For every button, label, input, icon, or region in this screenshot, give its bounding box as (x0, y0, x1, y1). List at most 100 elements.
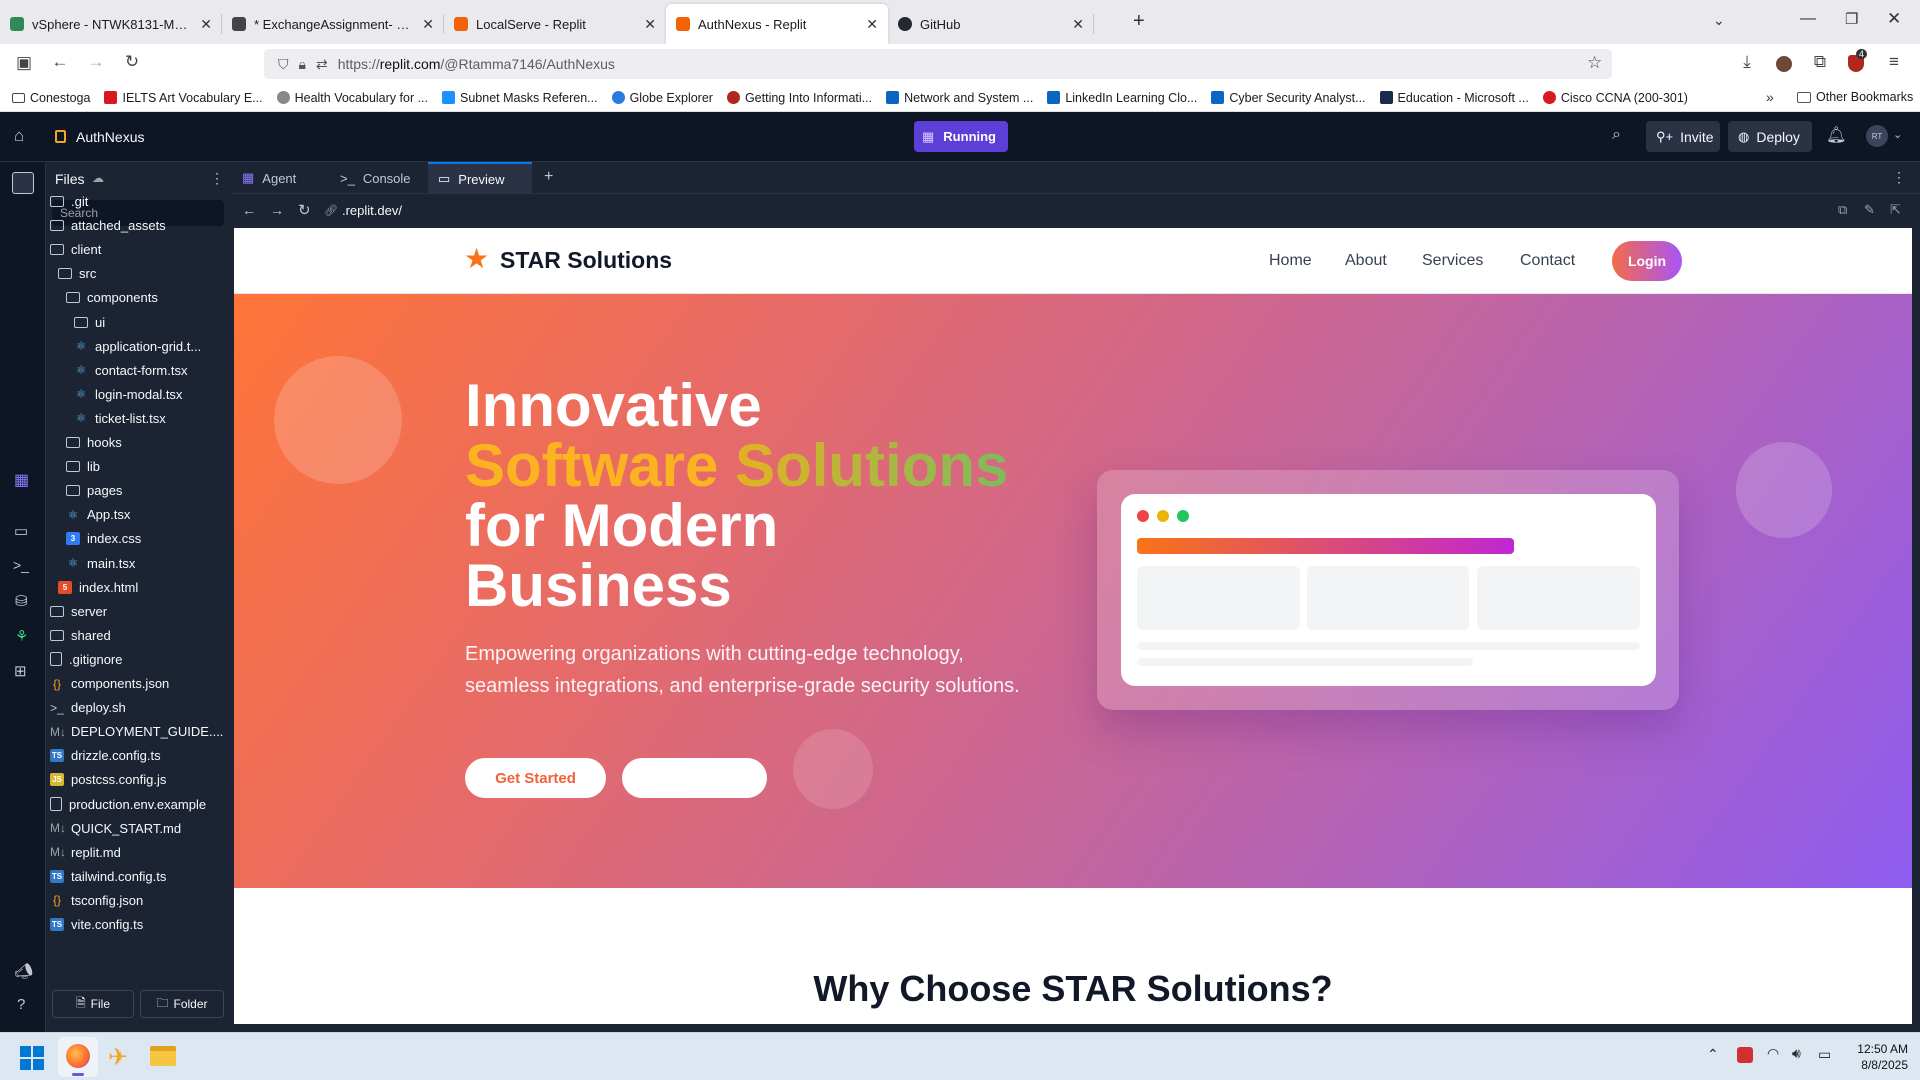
devices-icon[interactable]: ⧉ (1838, 202, 1847, 218)
browser-tab[interactable]: vSphere - NTWK8131-MS1 - Su ✕ (0, 4, 222, 44)
help-icon[interactable]: ? (17, 996, 25, 1013)
nav-about[interactable]: About (1345, 252, 1387, 270)
bookmark-star-icon[interactable]: ☆ (1587, 53, 1602, 73)
tree-file[interactable]: ⚛ contact-form.tsx (74, 363, 188, 378)
browser-tab[interactable]: AuthNexus - Replit ✕ (666, 4, 888, 44)
restore-icon[interactable]: ❐ (1845, 10, 1858, 28)
close-tab-icon[interactable]: ✕ (1072, 16, 1084, 33)
minimize-icon[interactable]: — (1800, 10, 1816, 28)
tree-file[interactable]: 3 index.css (66, 531, 141, 546)
tree-file[interactable]: M↓ QUICK_START.md (50, 821, 181, 836)
bookmark-item[interactable]: Network and System ... (886, 91, 1033, 105)
preview-reload-icon[interactable]: ↻ (298, 201, 311, 219)
extensions-icon[interactable]: ⧉ (1806, 52, 1834, 72)
tree-file[interactable]: M↓ DEPLOYMENT_GUIDE.... (50, 724, 223, 739)
bookmark-item[interactable]: IELTS Art Vocabulary E... (104, 91, 263, 105)
tree-file[interactable]: TS vite.config.ts (50, 917, 143, 932)
downloads-icon[interactable]: ⤓ (1733, 52, 1761, 72)
menu-icon[interactable]: ≡ (1880, 52, 1908, 72)
tab-list-icon[interactable]: ⌄ (1713, 12, 1725, 29)
history-icon[interactable]: ☁ (92, 171, 104, 185)
deployments-icon[interactable]: ⚘ (15, 627, 28, 645)
address-bar[interactable]: ⛉ 🔒︎ ⇄ https://replit.com/@Rtamma7146/Au… (264, 49, 1612, 79)
tree-file[interactable]: ⚛ App.tsx (66, 507, 131, 522)
wifi-icon[interactable]: ◠ (1767, 1045, 1779, 1062)
close-tab-icon[interactable]: ✕ (422, 16, 434, 33)
tree-file[interactable]: .gitignore (50, 652, 122, 667)
tree-file[interactable]: production.env.example (50, 797, 206, 812)
new-file-button[interactable]: 🗎︎ File (52, 990, 134, 1018)
app-taskbar-icon[interactable]: ✈ (108, 1043, 128, 1072)
preview-back-icon[interactable]: ← (242, 202, 256, 218)
login-button[interactable]: Login (1612, 241, 1682, 281)
tree-folder[interactable]: hooks (66, 435, 122, 450)
project-name[interactable]: AuthNexus (76, 129, 144, 145)
forward-icon[interactable]: → (82, 52, 110, 72)
tree-file[interactable]: ⚛ main.tsx (66, 556, 136, 571)
new-folder-button[interactable]: 🗀︎ Folder (140, 990, 224, 1018)
tree-file[interactable]: ⚛ application-grid.t... (74, 339, 202, 354)
bookmark-item[interactable]: Cyber Security Analyst... (1211, 91, 1366, 105)
tree-folder[interactable]: server (50, 604, 107, 619)
tree-file[interactable]: 5 index.html (58, 580, 138, 595)
add-tab-icon[interactable]: + (544, 168, 553, 186)
home-icon[interactable]: ⌂ (14, 126, 24, 146)
tree-folder[interactable]: pages (66, 483, 122, 498)
bookmark-item[interactable]: Globe Explorer (611, 91, 713, 105)
files-icon[interactable] (12, 172, 34, 194)
tree-file[interactable]: ⚛ login-modal.tsx (74, 387, 183, 402)
tab-console[interactable]: >_ Console (330, 162, 426, 194)
bookmark-item[interactable]: Subnet Masks Referen... (442, 91, 598, 105)
invite-button[interactable]: ⚲+ Invite (1646, 121, 1720, 152)
bookmark-item[interactable]: Getting Into Informati... (726, 91, 872, 105)
preview-icon[interactable]: ▭ (14, 522, 28, 540)
tree-folder[interactable]: src (58, 266, 96, 281)
tree-folder[interactable]: .git (50, 194, 88, 209)
nav-home[interactable]: Home (1269, 252, 1312, 270)
battery-icon[interactable]: ▭ (1818, 1046, 1831, 1063)
preview-url-field[interactable]: 🔗︎ .replit.dev/ (324, 198, 1824, 222)
agent-icon[interactable]: ▦ (14, 470, 29, 490)
clock-date[interactable]: 8/8/2025 (1848, 1058, 1908, 1072)
nav-services[interactable]: Services (1422, 252, 1483, 270)
devtools-icon[interactable]: ✎ (1864, 202, 1875, 218)
database-icon[interactable]: ⛁ (15, 592, 28, 610)
tree-folder[interactable]: client (50, 242, 101, 257)
tree-file[interactable]: >_ deploy.sh (50, 700, 126, 715)
bookmarks-overflow-icon[interactable]: » (1766, 89, 1774, 105)
volume-icon[interactable]: 🔊︎ (1792, 1045, 1801, 1062)
announcements-icon[interactable]: 📣︎ (14, 962, 33, 980)
tree-file[interactable]: TS drizzle.config.ts (50, 748, 161, 763)
bookmark-item[interactable]: Cisco CCNA (200-301) (1542, 91, 1688, 105)
search-icon[interactable]: ⌕ (1612, 126, 1621, 144)
deploy-button[interactable]: ◍ Deploy (1728, 121, 1812, 152)
tree-file[interactable]: M↓ replit.md (50, 845, 121, 860)
files-menu-icon[interactable]: ⋮ (210, 170, 224, 187)
file-explorer-taskbar-icon[interactable] (150, 1046, 176, 1066)
clock-time[interactable]: 12:50 AM (1848, 1042, 1908, 1056)
tree-file[interactable]: {} tsconfig.json (50, 893, 143, 908)
bookmark-item[interactable]: LinkedIn Learning Clo... (1047, 91, 1197, 105)
tree-file[interactable]: {} components.json (50, 676, 169, 691)
browser-tab[interactable]: GitHub ✕ (888, 4, 1094, 44)
get-started-button[interactable]: Get Started (465, 758, 606, 798)
close-tab-icon[interactable]: ✕ (644, 16, 656, 33)
firefox-taskbar-icon[interactable] (58, 1037, 98, 1077)
browser-tab[interactable]: LocalServe - Replit ✕ (444, 4, 666, 44)
tab-preview[interactable]: ▭ Preview (428, 162, 532, 194)
run-status-button[interactable]: ▦ Running (914, 121, 1008, 152)
tree-folder[interactable]: attached_assets (50, 218, 166, 233)
secondary-cta-button[interactable] (622, 758, 767, 798)
tree-folder[interactable]: lib (66, 459, 100, 474)
tree-file[interactable]: ⚛ ticket-list.tsx (74, 411, 166, 426)
tab-agent[interactable]: ▦ Agent (232, 162, 328, 194)
site-brand[interactable]: STAR Solutions (500, 247, 672, 274)
close-tab-icon[interactable]: ✕ (866, 16, 878, 33)
back-icon[interactable]: ← (46, 52, 74, 72)
open-new-window-icon[interactable]: ⇱ (1890, 202, 1901, 218)
reload-icon[interactable]: ↻ (118, 52, 146, 72)
tree-folder[interactable]: components (66, 290, 158, 305)
notifications-icon[interactable]: 🔔︎ (1826, 125, 1846, 145)
tree-file[interactable]: TS tailwind.config.ts (50, 869, 166, 884)
tray-overflow-icon[interactable]: ⌃ (1707, 1046, 1719, 1063)
